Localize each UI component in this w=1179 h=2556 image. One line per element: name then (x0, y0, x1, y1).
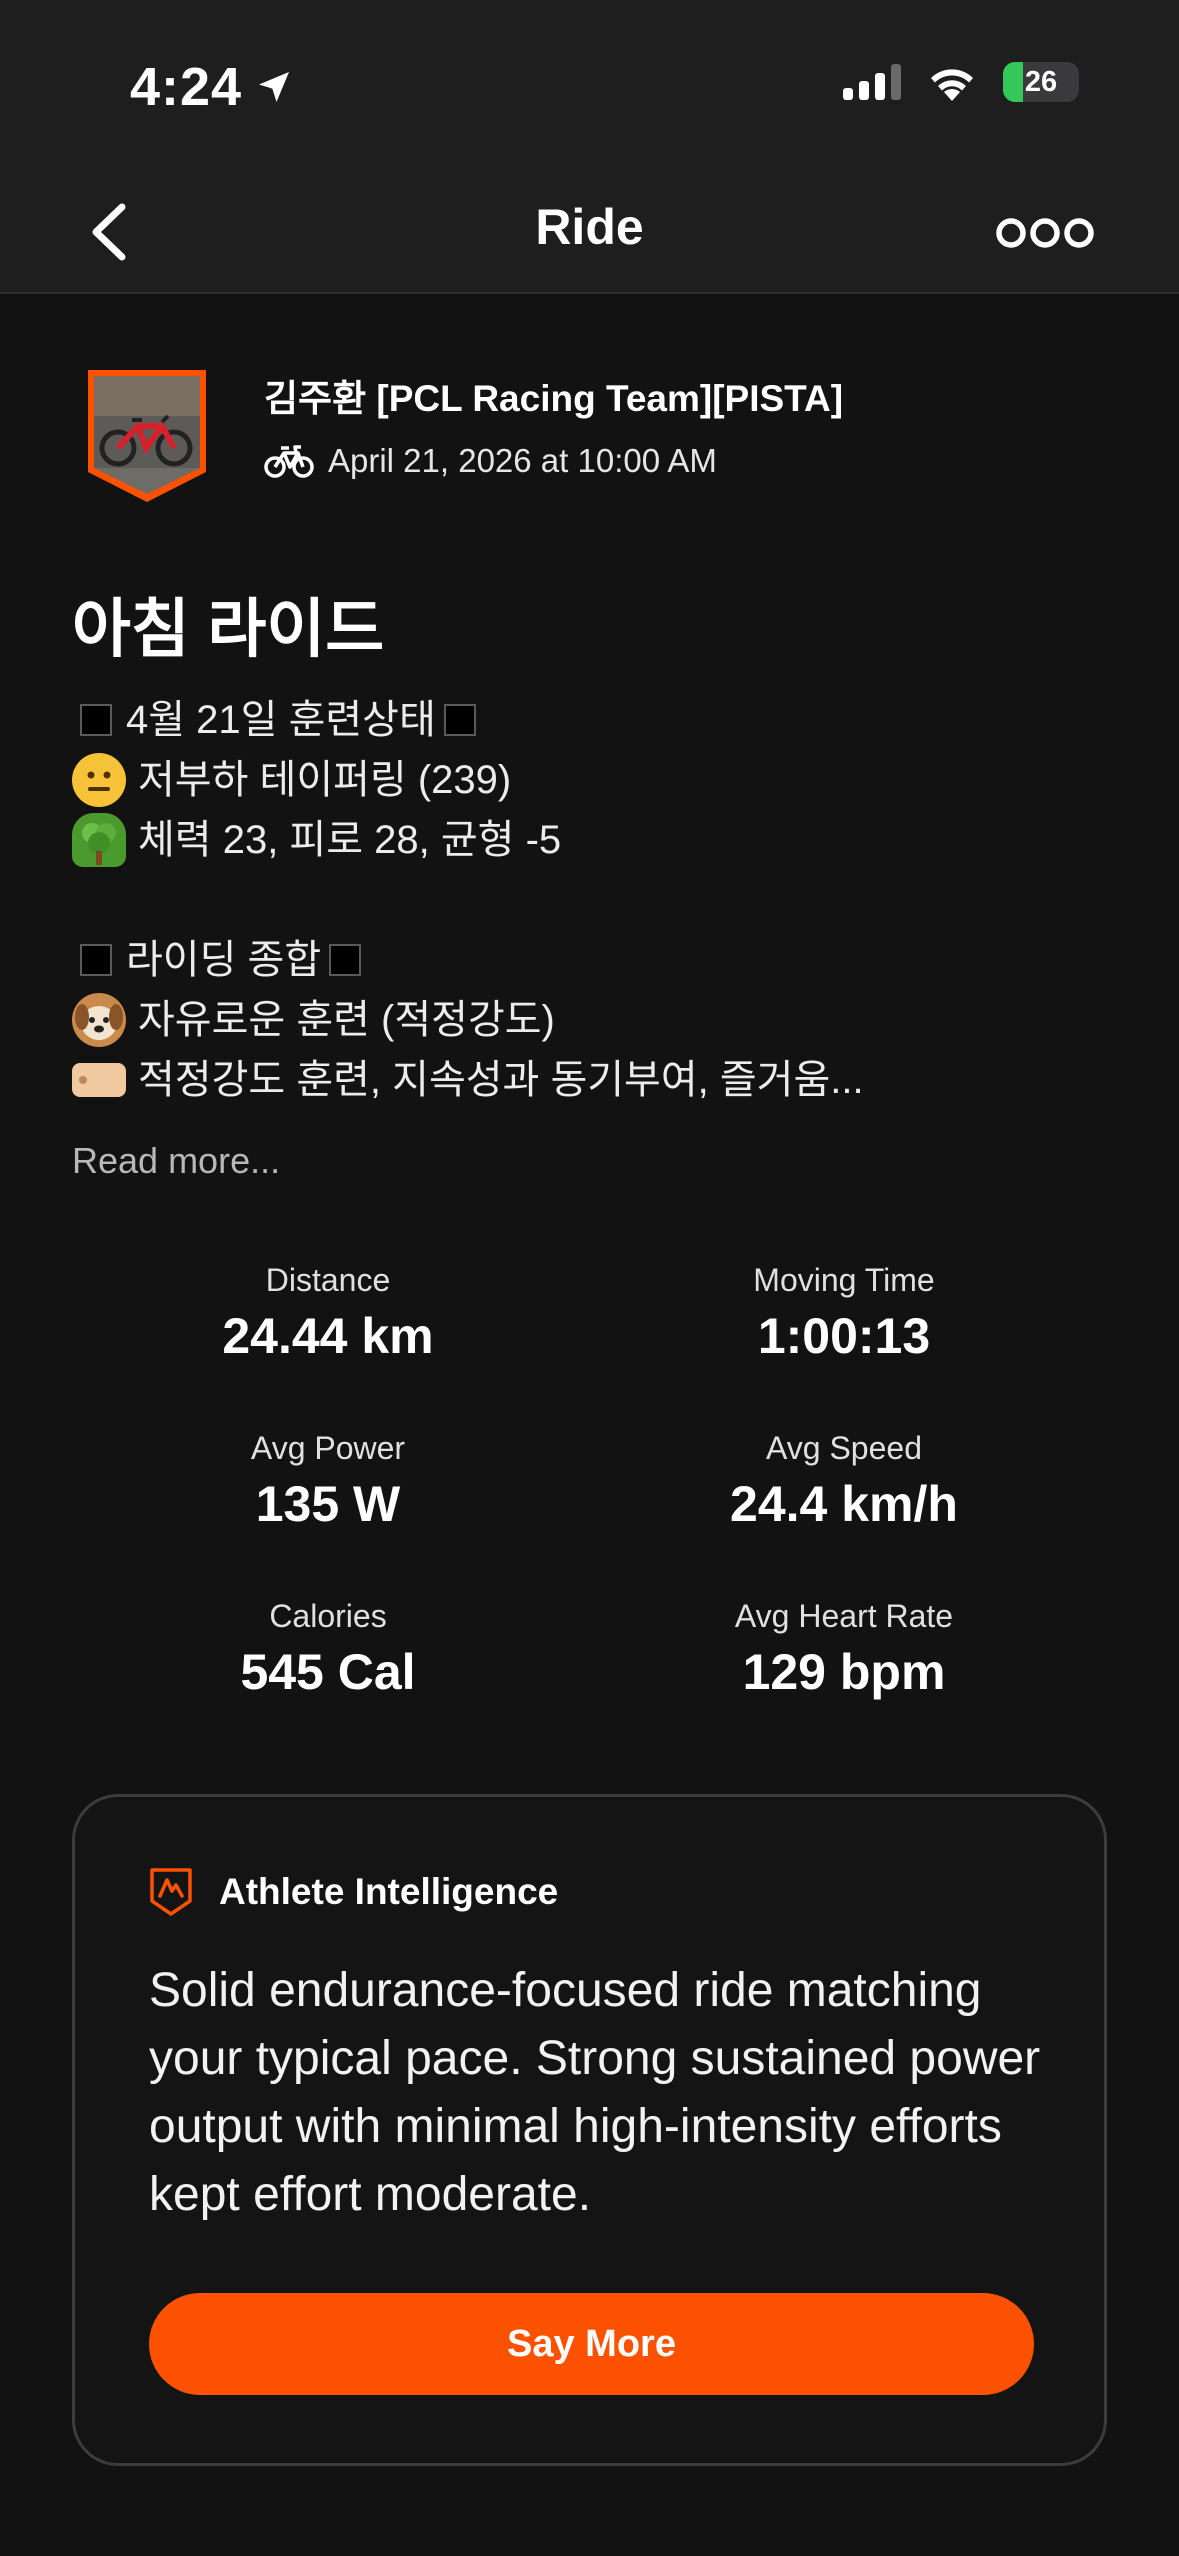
stat-value: 129 bpm (742, 1644, 946, 1700)
more-button[interactable] (989, 208, 1109, 258)
black-square-icon (329, 944, 362, 976)
athlete-name[interactable]: 김주환 [PCL Racing Team][PISTA] (264, 368, 843, 422)
label-tag-icon (72, 1063, 126, 1097)
ride-meta: April 21, 2026 at 10:00 AM (264, 442, 843, 480)
stat-label: Avg Speed (766, 1430, 922, 1466)
activity-title: 아침 라이드 (72, 593, 385, 665)
read-more-link[interactable]: Read more... (72, 1140, 280, 1182)
stat-value: 24.4 km/h (730, 1476, 958, 1532)
avatar[interactable] (82, 366, 212, 506)
athlete-header: 김주환 [PCL Racing Team][PISTA] April 21, 2… (72, 366, 843, 506)
black-square-icon (80, 944, 112, 976)
say-more-button[interactable]: Say More (149, 2293, 1034, 2395)
battery-icon: 26 (1003, 62, 1079, 102)
battery-percent: 26 (1024, 66, 1058, 98)
stat-moving-time: Moving Time 1:00:13 (644, 1262, 1044, 1365)
stat-label: Distance (265, 1262, 391, 1298)
athlete-intelligence-icon (150, 1868, 192, 1916)
status-bar: 4:24 26 (0, 0, 1179, 170)
description-line: 4월 21일 훈련상태 (72, 690, 1112, 750)
bike-icon (264, 445, 314, 478)
stat-value: 135 W (255, 1476, 401, 1532)
nav-bar: Ride (0, 170, 1179, 294)
athlete-intelligence-summary: Solid endurance-focused ride matching yo… (149, 1964, 1041, 2221)
description-line: 적정강도 훈련, 지속성과 동기부여, 즐거움... (72, 1050, 1112, 1110)
description-line: 체력 23, 피로 28, 균형 -5 (72, 810, 1112, 870)
description-text: 체력 23, 피로 28, 균형 -5 (138, 818, 562, 862)
athlete-intelligence-card: Athlete Intelligence Solid endurance-foc… (72, 1794, 1107, 2466)
black-square-icon (443, 704, 476, 736)
stat-label: Avg Heart Rate (734, 1598, 954, 1634)
activity-description: 4월 21일 훈련상태 저부하 테이퍼링 (239) 체력 23, 피로 28,… (72, 690, 1112, 1110)
black-square-icon (80, 704, 112, 736)
status-time: 4:24 (130, 56, 294, 118)
neutral-face-icon (72, 753, 126, 807)
description-line: 자유로운 훈련 (적정강도) (72, 990, 1112, 1050)
stat-label: Calories (269, 1598, 387, 1634)
athlete-intelligence-title: Athlete Intelligence (219, 1871, 559, 1912)
dog-face-icon (72, 993, 126, 1047)
description-line: 저부하 테이퍼링 (239) (72, 750, 1112, 810)
status-indicators: 26 (843, 62, 1079, 102)
signal-icon (843, 64, 901, 100)
tree-icon (72, 813, 126, 867)
wifi-icon (931, 69, 973, 101)
stat-avg-power: Avg Power 135 W (128, 1430, 528, 1533)
more-icon (996, 218, 1094, 248)
stat-value: 24.44 km (222, 1308, 434, 1364)
stat-calories: Calories 545 Cal (128, 1598, 528, 1701)
athlete-intelligence-header: Athlete Intelligence (149, 1867, 558, 1917)
clock: 4:24 (130, 57, 243, 117)
description-text: 4월 21일 훈련상태 (126, 698, 436, 742)
description-line: 라이딩 종합 (72, 930, 1112, 990)
stat-label: Moving Time (753, 1262, 935, 1298)
stat-distance: Distance 24.44 km (128, 1262, 528, 1365)
description-text: 저부하 테이퍼링 (239) (138, 758, 512, 802)
ride-date: April 21, 2026 at 10:00 AM (328, 442, 717, 479)
description-text: 적정강도 훈련, 지속성과 동기부여, 즐거움... (138, 1058, 864, 1102)
description-text: 자유로운 훈련 (적정강도) (138, 998, 555, 1042)
stat-label: Avg Power (250, 1430, 406, 1466)
description-text: 라이딩 종합 (126, 938, 322, 982)
stat-avg-speed: Avg Speed 24.4 km/h (644, 1430, 1044, 1533)
athlete-info: 김주환 [PCL Racing Team][PISTA] April 21, 2… (264, 368, 843, 480)
stat-value: 1:00:13 (757, 1308, 931, 1364)
location-arrow-icon (259, 72, 290, 102)
stat-avg-heart-rate: Avg Heart Rate 129 bpm (644, 1598, 1044, 1701)
stat-value: 545 Cal (240, 1644, 416, 1700)
